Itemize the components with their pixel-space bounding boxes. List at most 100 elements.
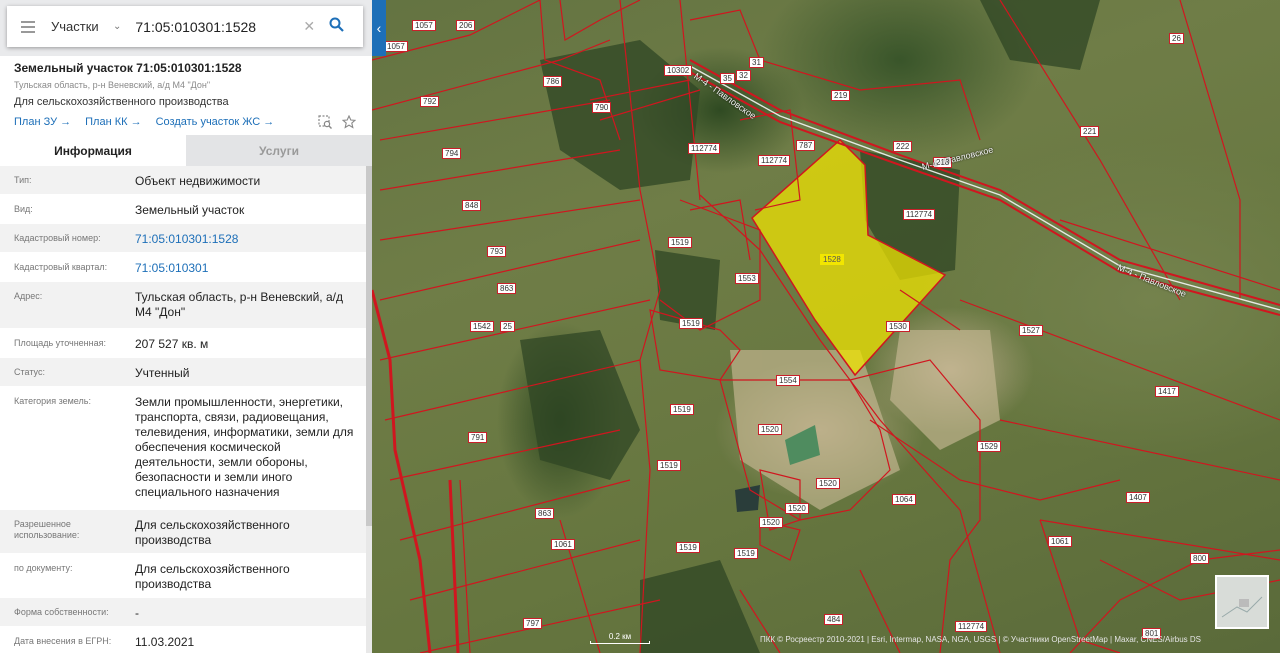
row-label: Дата внесения в ЕГРН:: [14, 636, 112, 646]
parcel-label[interactable]: 1520: [816, 478, 840, 489]
parcel-label[interactable]: 790: [592, 102, 612, 113]
row-value: Земли промышленности, энергетики, трансп…: [135, 395, 354, 499]
parcel-label[interactable]: 1554: [776, 375, 800, 386]
parcel-label[interactable]: 484: [824, 614, 844, 625]
parcel-label[interactable]: 1530: [886, 321, 910, 332]
table-row: Вид: Земельный участок: [0, 195, 366, 224]
parcel-label[interactable]: 1519: [734, 548, 758, 559]
row-label: Адрес:: [14, 291, 43, 301]
table-row: Кадастровый номер: 71:05:010301:1528: [0, 224, 366, 253]
parcel-label[interactable]: 26: [1169, 33, 1184, 44]
row-value: Для сельскохозяйственного производства: [135, 562, 290, 591]
parcel-label[interactable]: 1057: [384, 41, 408, 52]
parcel-tools: [318, 114, 357, 134]
row-label: Статус:: [14, 367, 45, 377]
row-value: Тульская область, р-н Веневский, а/д М4 …: [135, 290, 343, 319]
parcel-label[interactable]: 1061: [551, 539, 575, 550]
parcel-label[interactable]: 793: [487, 246, 507, 257]
favorite-star-icon[interactable]: [341, 114, 357, 134]
parcel-label[interactable]: 206: [456, 20, 476, 31]
parcel-label[interactable]: 35: [720, 73, 735, 84]
row-label: по документу:: [14, 563, 73, 573]
cadastral-number-link[interactable]: 71:05:010301:1528: [135, 224, 366, 252]
row-label: Тип:: [14, 175, 32, 185]
search-icon[interactable]: [329, 17, 344, 37]
row-value: Земельный участок: [135, 203, 245, 217]
parcel-label[interactable]: 1520: [785, 503, 809, 514]
parcel-label[interactable]: 1057: [412, 20, 436, 31]
clear-icon[interactable]: ✕: [303, 18, 315, 35]
collapse-panel-button[interactable]: ‹: [372, 0, 386, 56]
parcel-label[interactable]: 1519: [668, 237, 692, 248]
parcel-label[interactable]: 32: [736, 70, 751, 81]
search-category-select[interactable]: Участки: [51, 19, 107, 34]
parcel-label[interactable]: 1061: [1048, 536, 1072, 547]
info-panel: Участки ⌄ ✕ Земельный участок 71:05:0103…: [0, 0, 372, 653]
parcel-label[interactable]: 787: [796, 140, 816, 151]
parcel-label[interactable]: 1417: [1155, 386, 1179, 397]
row-label: Кадастровый квартал:: [14, 262, 108, 272]
panel-tabs: Информация Услуги: [0, 135, 372, 166]
zoom-to-icon[interactable]: [318, 115, 332, 134]
parcel-label[interactable]: 219: [831, 90, 851, 101]
parcel-label[interactable]: 1519: [657, 460, 681, 471]
parcel-label[interactable]: 1064: [892, 494, 916, 505]
parcel-label[interactable]: 791: [468, 432, 488, 443]
chevron-down-icon[interactable]: ⌄: [113, 21, 121, 32]
parcel-label[interactable]: 25: [500, 321, 515, 332]
table-row: Тип: Объект недвижимости: [0, 166, 366, 195]
parcel-label[interactable]: 1527: [1019, 325, 1043, 336]
panel-scrollbar[interactable]: [366, 166, 372, 653]
parcel-label[interactable]: 112774: [903, 209, 936, 220]
menu-icon[interactable]: [21, 20, 35, 33]
row-value: Объект недвижимости: [135, 174, 261, 188]
selected-parcel-label[interactable]: 1528: [820, 254, 844, 265]
scale-bar: 0.2 км: [590, 632, 650, 644]
scale-label: 0.2 км: [608, 632, 632, 641]
plan-zu-link[interactable]: План ЗУ →: [14, 116, 71, 128]
parcel-label[interactable]: 1519: [676, 542, 700, 553]
parcel-label[interactable]: 863: [535, 508, 555, 519]
parcel-label[interactable]: 112774: [688, 143, 721, 154]
parcel-label[interactable]: 1407: [1126, 492, 1150, 503]
parcel-label[interactable]: 786: [543, 76, 563, 87]
parcel-label[interactable]: 221: [1080, 126, 1100, 137]
search-input[interactable]: [135, 18, 296, 35]
cadastral-quarter-link[interactable]: 71:05:010301: [135, 253, 366, 281]
parcel-address: Тульская область, р-н Веневский, а/д М4 …: [14, 80, 211, 90]
parcel-usage: Для сельскохозяйственного производства: [14, 96, 229, 108]
tab-info[interactable]: Информация: [0, 135, 186, 166]
parcel-label[interactable]: 863: [497, 283, 517, 294]
parcel-label[interactable]: 794: [442, 148, 462, 159]
table-row: Адрес: Тульская область, р-н Веневский, а…: [0, 282, 366, 329]
row-value: Для сельскохозяйственного производства: [135, 518, 290, 547]
parcel-label[interactable]: 1519: [670, 404, 694, 415]
parcel-label[interactable]: 112774: [955, 621, 988, 632]
parcel-label[interactable]: 800: [1190, 553, 1210, 564]
row-value: 207 527 кв. м: [135, 337, 209, 351]
parcel-label[interactable]: 1520: [758, 424, 782, 435]
parcel-label[interactable]: 1529: [977, 441, 1001, 452]
tab-services[interactable]: Услуги: [186, 135, 372, 166]
parcel-label[interactable]: 797: [523, 618, 543, 629]
table-row: Статус: Учтенный: [0, 358, 366, 387]
parcel-label[interactable]: 848: [462, 200, 482, 211]
table-row: Категория земель: Земли промышленности, э…: [0, 387, 366, 510]
parcel-label[interactable]: 112774: [758, 155, 791, 166]
plan-kk-link[interactable]: План КК →: [85, 116, 141, 128]
parcel-label[interactable]: 10302: [664, 65, 693, 76]
map-attribution: ПКК © Росреестр 2010-2021 | Esri, Interm…: [760, 635, 1202, 644]
basemap-switcher-thumbnail[interactable]: [1215, 575, 1269, 629]
parcel-label[interactable]: 1519: [679, 318, 703, 329]
parcel-label[interactable]: 1520: [759, 517, 783, 528]
create-zs-link[interactable]: Создать участок ЖС →: [156, 116, 275, 128]
table-row: Дата внесения в ЕГРН: 11.03.2021: [0, 627, 366, 653]
row-label: Разрешенное использование:: [14, 519, 80, 540]
parcel-label[interactable]: 1553: [735, 273, 759, 284]
parcel-label[interactable]: 792: [420, 96, 440, 107]
parcel-label[interactable]: 1542: [470, 321, 494, 332]
parcel-label[interactable]: 31: [749, 57, 764, 68]
table-row: Форма собственности: -: [0, 598, 366, 627]
row-label: Площадь уточненная:: [14, 338, 106, 348]
parcel-label[interactable]: 222: [893, 141, 913, 152]
